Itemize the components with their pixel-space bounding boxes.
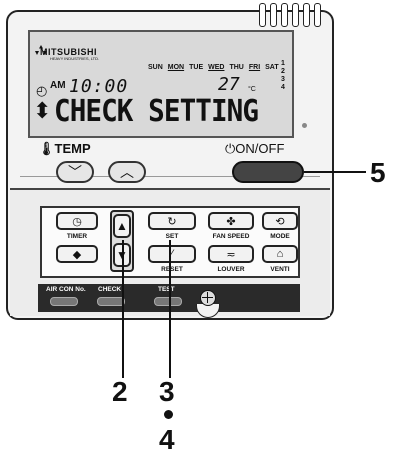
program-number: 4 — [281, 84, 285, 91]
program-number: 3 — [281, 76, 285, 83]
weekday-row: SUN MON TUE WED THU FRI SAT — [148, 64, 279, 71]
day-label: MON — [167, 64, 185, 71]
onoff-button[interactable] — [232, 161, 304, 183]
temp-up-button[interactable]: ︿ — [108, 161, 146, 183]
callout-number: 2 — [112, 376, 128, 407]
slash-icon: ⁄ — [171, 248, 173, 260]
program-numbers: 1 2 3 4 — [278, 60, 288, 92]
diamond-button[interactable]: ◆ — [56, 245, 98, 263]
day-label: THU — [229, 64, 244, 71]
vent-slot — [270, 3, 277, 27]
louver-button[interactable]: ≂ — [208, 245, 254, 263]
venti-label: VENTI — [270, 266, 290, 273]
cycle-icon: ⟲ — [275, 215, 285, 228]
air-con-no-label: AIR CON No. — [46, 286, 86, 293]
onoff-label: ⏻ON/OFF — [225, 141, 285, 156]
day-label: SUN — [148, 64, 163, 71]
check-button[interactable] — [97, 297, 125, 306]
set-temperature: 27 — [218, 74, 240, 95]
temperature-unit: °C — [248, 86, 256, 93]
vent-slot — [281, 3, 288, 27]
day-label: WED — [208, 64, 225, 71]
callout-line — [169, 240, 171, 378]
lcd-message: CHECK SETTING — [54, 94, 259, 129]
vent-slot — [259, 3, 266, 27]
chevron-down-icon: ﹀ — [68, 164, 82, 180]
rotate-icon: ↻ — [167, 215, 177, 228]
vent-slot — [314, 3, 321, 27]
louver-icon: ≂ — [226, 248, 236, 261]
reset-label: RESET — [161, 266, 183, 273]
chevron-up-icon: ︿ — [120, 164, 134, 180]
day-label: SAT — [265, 64, 279, 71]
program-number: 1 — [281, 60, 285, 67]
up-button[interactable]: ▲ — [113, 214, 131, 238]
clock-icon: ◴ — [36, 83, 48, 98]
clock-icon: ◷ — [72, 215, 82, 228]
diamond-icon: ◆ — [72, 248, 82, 261]
vent-slot — [292, 3, 299, 27]
venti-button[interactable]: ⌂ — [262, 245, 298, 263]
callout-number: 3 — [159, 376, 175, 407]
day-label: TUE — [189, 64, 204, 71]
reset-button[interactable]: ⁄ — [148, 245, 196, 263]
temp-down-button[interactable]: ﹀ — [56, 161, 94, 183]
brand-subname: HEAVY INDUSTRIES, LTD. — [50, 56, 100, 61]
callout-line — [304, 171, 366, 173]
fan-speed-button[interactable]: ✤ — [208, 212, 254, 230]
screw-icon — [200, 290, 216, 306]
triangle-up-icon: ▲ — [116, 219, 128, 233]
thermometer-icon: 🌡︎ — [38, 141, 55, 156]
set-label: SET — [165, 233, 179, 240]
program-number: 2 — [281, 68, 285, 75]
temp-label: 🌡︎TEMP — [38, 141, 91, 156]
up-down-arrow-icon: ⬍ — [33, 98, 52, 123]
check-label: CHECK — [98, 286, 122, 293]
callout-bullet — [164, 410, 173, 419]
callout-number: 5 — [370, 157, 386, 188]
fan-icon: ✤ — [226, 215, 236, 228]
day-label: FRI — [248, 64, 261, 71]
power-icon: ⏻ — [225, 141, 236, 156]
vent-slot — [303, 3, 310, 27]
mode-button[interactable]: ⟲ — [262, 212, 298, 230]
test-label: TEST — [158, 286, 175, 293]
air-con-no-button[interactable] — [50, 297, 78, 306]
house-icon: ⌂ — [276, 248, 284, 260]
mode-label: MODE — [270, 233, 290, 240]
test-button[interactable] — [154, 297, 182, 306]
callout-number: 4 — [159, 424, 175, 455]
am-indicator: AM — [50, 80, 66, 91]
set-button[interactable]: ↻ — [148, 212, 196, 230]
timer-label: TIMER — [66, 233, 88, 240]
operation-led — [302, 123, 307, 128]
callout-line — [122, 240, 124, 378]
timer-button[interactable]: ◷ — [56, 212, 98, 230]
